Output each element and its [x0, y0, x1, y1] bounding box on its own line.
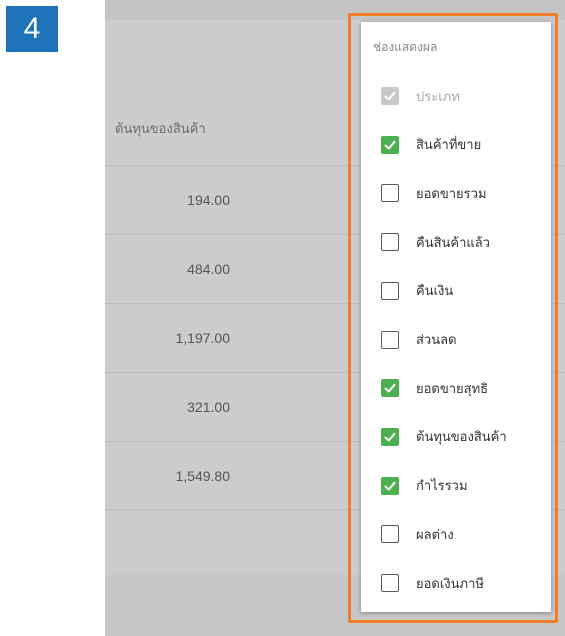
column-option-label: ผลต่าง	[416, 526, 454, 542]
dropdown-title: ช่องแสดงผล	[373, 40, 438, 54]
column-option-cost-of-goods[interactable]: ต้นทุนของสินค้า	[381, 424, 507, 450]
checkbox[interactable]	[381, 281, 399, 300]
checkbox[interactable]	[381, 379, 399, 398]
checkbox[interactable]	[381, 330, 399, 349]
cost-value: 1,197.00	[175, 330, 231, 346]
checkbox[interactable]	[381, 574, 399, 592]
column-option-label: ประเภท	[416, 88, 460, 104]
column-option-type: ประเภท	[381, 83, 460, 109]
step-number-badge: 4	[6, 6, 58, 52]
column-option-margin[interactable]: ผลต่าง	[381, 521, 454, 547]
columns-dropdown: ช่องแสดงผล ประเภทสินค้าที่ขายยอดขายรวมคื…	[361, 22, 551, 612]
checkmark-icon	[384, 140, 396, 150]
column-option-net-sales[interactable]: ยอดขายสุทธิ	[381, 375, 488, 401]
column-option-label: สินค้าที่ขาย	[416, 137, 482, 153]
checkbox[interactable]	[381, 525, 399, 544]
column-option-label: ส่วนลด	[416, 332, 457, 347]
cost-value: 1,549.80	[175, 468, 231, 484]
checkbox[interactable]	[381, 135, 399, 154]
cost-value: 484.00	[187, 261, 230, 277]
column-option-tax-amount[interactable]: ยอดเงินภาษี	[381, 570, 484, 596]
column-option-label: ยอดเงินภาษี	[416, 575, 484, 591]
column-option-gross-profit[interactable]: กำไรรวม	[381, 473, 468, 499]
column-option-products-sold[interactable]: สินค้าที่ขาย	[381, 132, 481, 158]
column-option-label: ต้นทุนของสินค้า	[416, 429, 507, 445]
checkmark-icon	[384, 91, 396, 101]
column-option-label: ยอดขายรวม	[416, 185, 487, 201]
checkbox[interactable]	[381, 427, 399, 446]
checkbox	[381, 87, 399, 105]
column-option-label: คืนเงิน	[416, 283, 454, 299]
column-option-returns[interactable]: คืนสินค้าแล้ว	[381, 229, 490, 255]
column-option-discounts[interactable]: ส่วนลด	[381, 327, 457, 353]
column-header-cost-of-goods: ต้นทุนของสินค้า	[115, 121, 206, 136]
column-option-gross-sales[interactable]: ยอดขายรวม	[381, 180, 487, 206]
column-option-label: ยอดขายสุทธิ	[416, 380, 489, 396]
cost-value: 194.00	[187, 192, 230, 208]
column-option-refunds[interactable]: คืนเงิน	[381, 278, 453, 304]
cost-value: 321.00	[187, 399, 230, 415]
column-option-label: คืนสินค้าแล้ว	[416, 234, 491, 250]
checkmark-icon	[384, 481, 396, 491]
checkbox[interactable]	[381, 476, 399, 495]
checkmark-icon	[384, 432, 396, 442]
checkmark-icon	[384, 383, 396, 393]
column-option-label: กำไรรวม	[416, 478, 468, 494]
checkbox[interactable]	[381, 233, 399, 252]
checkbox[interactable]	[381, 184, 399, 203]
